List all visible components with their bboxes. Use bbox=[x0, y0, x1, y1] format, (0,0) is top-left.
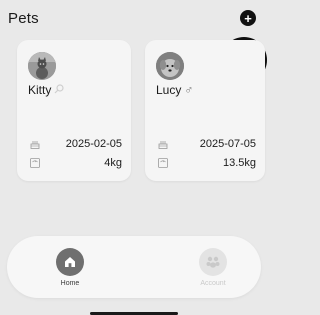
cake-icon bbox=[157, 138, 169, 150]
pet-card-lucy[interactable]: Lucy ♂ 2025-07-05 13.5kg bbox=[145, 40, 265, 181]
cat-avatar bbox=[28, 52, 56, 80]
scale-icon bbox=[29, 157, 41, 169]
cake-icon bbox=[29, 138, 41, 150]
tab-account[interactable]: Account bbox=[183, 248, 243, 287]
plus-icon: + bbox=[244, 10, 252, 26]
scale-icon bbox=[157, 157, 169, 169]
weight-row: 13.5kg bbox=[157, 157, 256, 169]
home-icon bbox=[56, 248, 84, 276]
paw-icon bbox=[199, 248, 227, 276]
pet-name-kitty: Kitty bbox=[28, 83, 52, 97]
pet-name-lucy: Lucy bbox=[156, 83, 182, 97]
page-title: Pets bbox=[8, 10, 39, 27]
bottom-tab-bar: Home Account bbox=[7, 236, 261, 298]
tab-account-label: Account bbox=[200, 280, 226, 287]
birth-row: 2025-07-05 bbox=[157, 138, 256, 150]
male-icon: ♂ bbox=[184, 83, 194, 97]
birth-row: 2025-02-05 bbox=[29, 138, 122, 150]
tab-home[interactable]: Home bbox=[40, 248, 100, 287]
weight-value: 13.5kg bbox=[222, 157, 256, 169]
dog-avatar bbox=[156, 52, 184, 80]
tab-home-label: Home bbox=[60, 280, 80, 287]
add-pet-button[interactable]: + bbox=[240, 10, 256, 26]
weight-value: 4kg bbox=[104, 157, 122, 169]
pet-card-kitty[interactable]: Kitty 2025-02-05 4kg bbox=[17, 40, 131, 181]
birth-date: 2025-02-05 bbox=[65, 138, 122, 150]
weight-row: 4kg bbox=[29, 157, 122, 169]
birth-date: 2025-07-05 bbox=[199, 138, 256, 150]
magnifier-icon bbox=[54, 83, 64, 97]
